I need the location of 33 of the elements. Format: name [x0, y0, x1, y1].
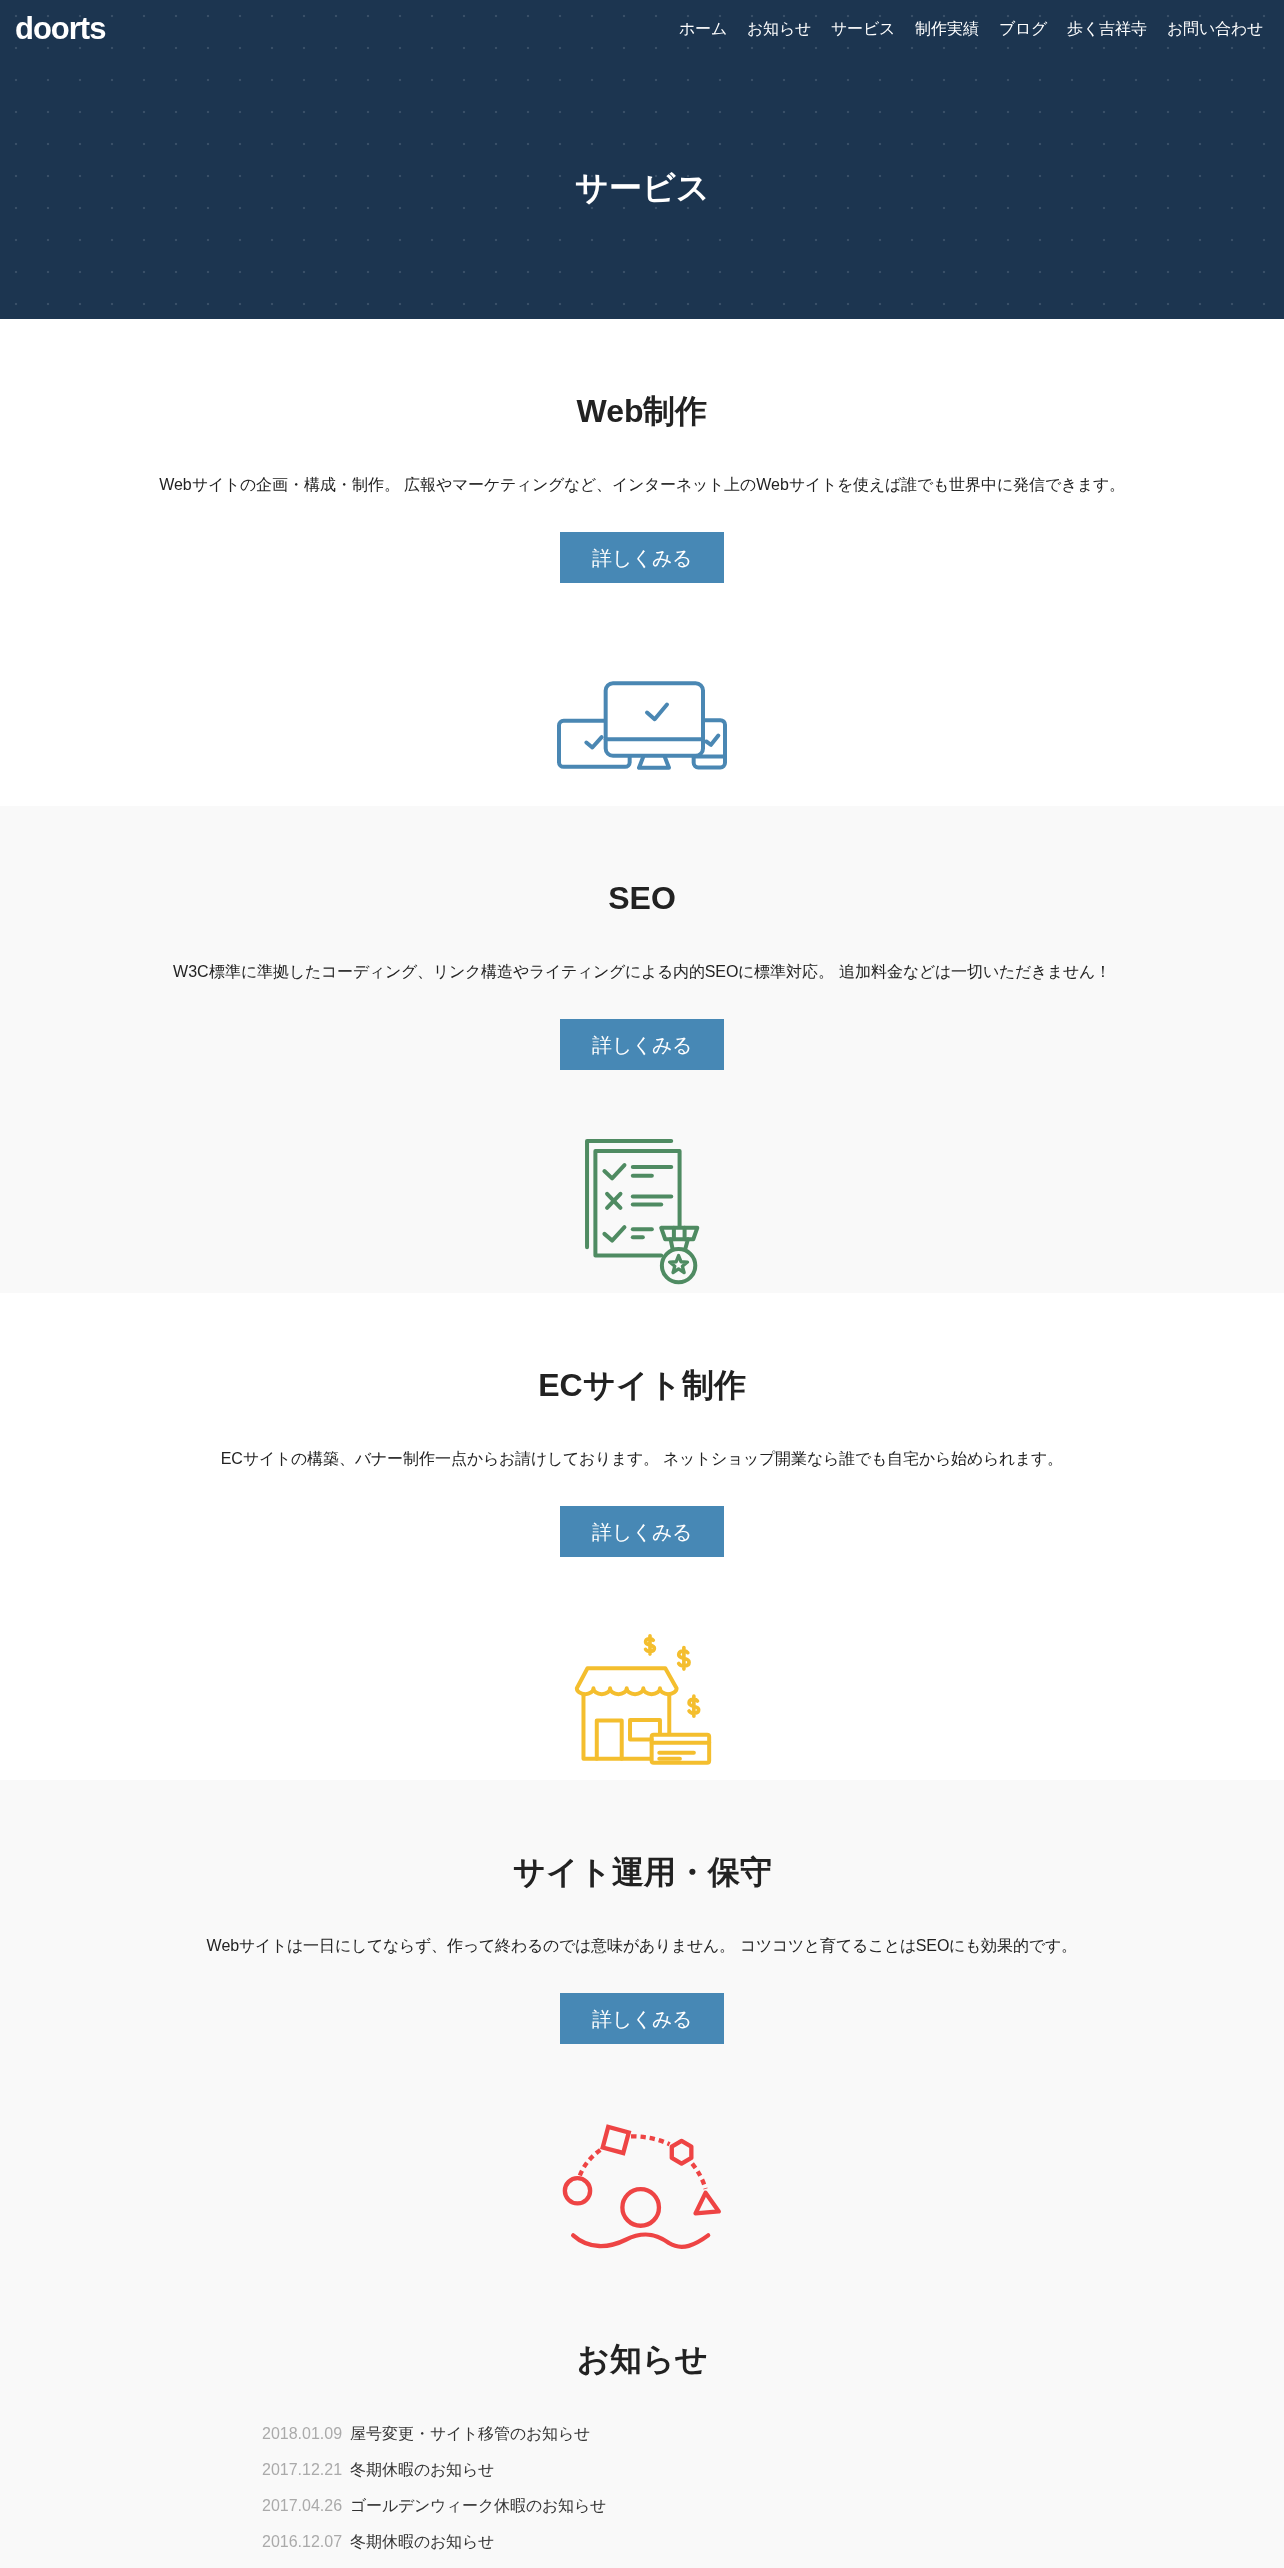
nav-link[interactable]: お知らせ [747, 18, 811, 40]
nav-link[interactable]: サービス [831, 18, 895, 40]
section-description: ECサイトの構築、バナー制作一点からお請けしております。 ネットショップ開業なら誰でも自宅から始められます。 [220, 1449, 1064, 1469]
news-link[interactable]: 冬期休暇のお知らせ [350, 2459, 494, 2481]
news-link[interactable]: 冬期休暇のお知らせ [350, 2531, 494, 2553]
shop-card-icon [572, 1632, 712, 1766]
section-title: Web制作 [576, 392, 708, 431]
more-button[interactable]: 詳しくみる [560, 1506, 724, 1557]
more-button[interactable]: 詳しくみる [560, 1993, 724, 2044]
nav-link[interactable]: お問い合わせ [1167, 18, 1263, 40]
section-title: ECサイト制作 [538, 1366, 746, 1405]
news-date: 2016.12.07 [262, 2532, 340, 2552]
nav-link[interactable]: 制作実績 [915, 18, 979, 40]
checklist-medal-icon [584, 1139, 700, 1285]
section-description: W3C標準に準拠したコーディング、リンク構造やライティングによる内的SEOに標準対応。 追加料金などは一切いただきません！ [173, 962, 1111, 982]
section-description: Webサイトは一日にしてならず、作って終わるのでは意味がありません。 コツコツと育てることはSEOにも効果的です。 [206, 1936, 1078, 1956]
page-title: サービス [574, 167, 710, 208]
nav-link[interactable]: ホーム [679, 18, 727, 40]
news-link[interactable]: ゴールデンウィーク休暇のお知らせ [350, 2495, 606, 2517]
devices-icon [557, 680, 727, 770]
section-title: SEO [608, 879, 676, 918]
nav-link[interactable]: ブログ [999, 18, 1047, 40]
site-logo[interactable]: doorts [15, 12, 106, 46]
section-title: お知らせ [576, 2340, 708, 2379]
more-button[interactable]: 詳しくみる [560, 532, 724, 583]
more-button[interactable]: 詳しくみる [560, 1019, 724, 1070]
news-link[interactable]: 屋号変更・サイト移管のお知らせ [350, 2423, 590, 2445]
news-date: 2018.01.09 [262, 2424, 340, 2444]
nav-link[interactable]: 歩く吉祥寺 [1067, 18, 1147, 40]
section-title: サイト運用・保守 [512, 1853, 772, 1892]
news-date: 2017.04.26 [262, 2496, 340, 2516]
news-date: 2017.12.21 [262, 2460, 340, 2480]
section-description: Webサイトの企画・構成・制作。 広報やマーケティングなど、インターネット上のWebサイトを使えば誰でも世界中に発信できます。 [159, 475, 1125, 495]
